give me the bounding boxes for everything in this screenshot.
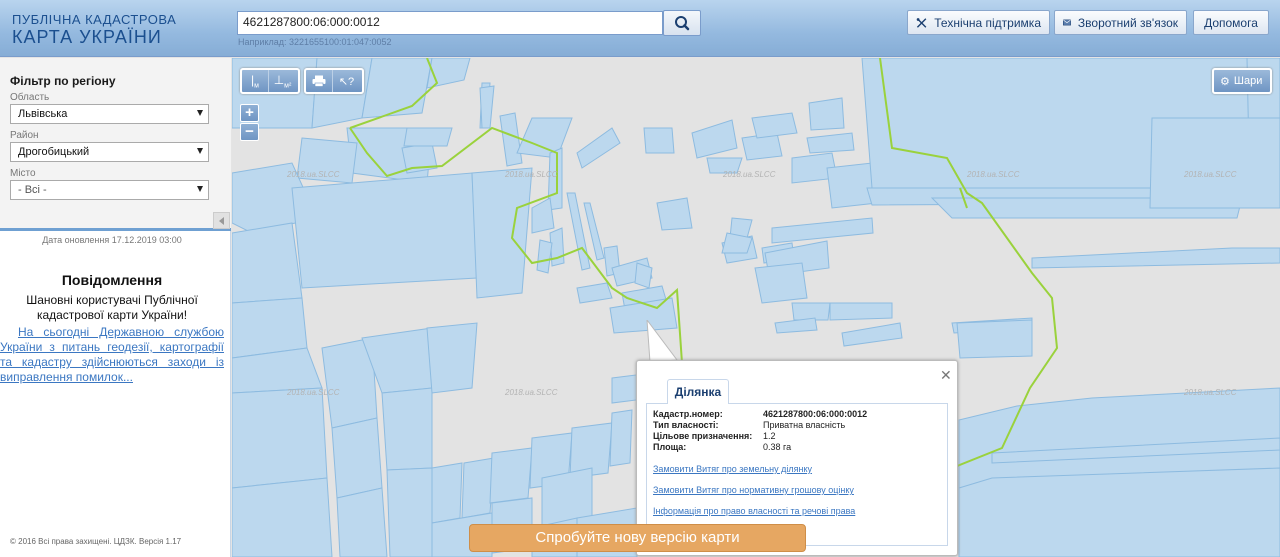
info-value: 1.2 — [763, 431, 776, 441]
district-label: Район — [10, 130, 39, 141]
measure-toolbar: |м ⊥м² — [240, 68, 300, 94]
collapse-sidebar-button[interactable] — [213, 212, 230, 229]
measure-area-unit: м² — [284, 82, 292, 90]
measure-area-button[interactable]: ⊥м² — [269, 70, 296, 92]
measure-length-button[interactable]: |м — [242, 70, 269, 92]
search-input[interactable]: 4621287800:06:000:0012 — [237, 11, 663, 35]
support-button[interactable]: Технічна підтримка — [907, 10, 1050, 35]
close-icon[interactable]: ✕ — [940, 367, 952, 384]
city-select[interactable]: - Всі - — [10, 180, 209, 200]
help-button-label: Допомога — [1204, 15, 1258, 30]
watermark-text: 2018.ua.SLCC — [505, 388, 558, 397]
chevron-down-icon — [197, 110, 203, 116]
print-button[interactable] — [306, 70, 333, 92]
popup-pointer — [646, 320, 680, 365]
header-bar: ПУБЛІЧНА КАДАСТРОВА КАРТА УКРАЇНИ 462128… — [0, 0, 1280, 57]
region-label: Область — [10, 92, 50, 103]
notice-link[interactable]: На сьогодні Державною службою України з … — [0, 325, 224, 385]
layers-button[interactable]: ⚙ Шари — [1212, 68, 1272, 94]
support-button-label: Технічна підтримка — [934, 15, 1041, 30]
district-select-value: Дрогобицький — [18, 146, 90, 158]
city-select-value: - Всі - — [18, 184, 47, 196]
search-icon — [675, 16, 690, 31]
info-key: Кадастр.номер: — [653, 409, 723, 419]
update-date: Дата оновлення 17.12.2019 03:00 — [42, 235, 182, 245]
feedback-button-label: Зворотний зв'язок — [1077, 15, 1178, 30]
region-filter: Фільтр по регіону Область Львівська Райо… — [0, 58, 231, 231]
area-ruler-icon: ⊥м² — [273, 72, 292, 90]
chevron-down-icon — [197, 186, 203, 192]
watermark-text: 2018.ua.SLCC — [1184, 170, 1237, 179]
watermark-text: 2018.ua.SLCC — [287, 170, 340, 179]
info-key: Площа: — [653, 442, 687, 452]
sidebar: Фільтр по регіону Область Львівська Райо… — [0, 58, 231, 557]
search-hint: Наприклад: 3221655100:01:047:0052 — [238, 37, 392, 47]
logo-line2: КАРТА УКРАЇНИ — [12, 27, 162, 47]
info-key: Цільове призначення: — [653, 431, 753, 441]
feedback-button[interactable]: Зворотний зв'язок — [1054, 10, 1187, 35]
ownership-info-link[interactable]: Інформація про право власності та речові… — [653, 506, 855, 516]
identify-button[interactable]: ↖? — [333, 70, 360, 92]
city-label: Місто — [10, 168, 36, 179]
copyright: © 2016 Всі права захищені. ЦДЗК. Версія … — [10, 537, 182, 546]
filter-title: Фільтр по регіону — [10, 74, 116, 88]
help-button[interactable]: Допомога — [1193, 10, 1269, 35]
watermark-text: 2018.ua.SLCC — [287, 388, 340, 397]
info-row-ownership: Тип власності: Приватна власність — [653, 420, 845, 430]
ruler-icon: |м — [251, 72, 259, 90]
region-select[interactable]: Львівська — [10, 104, 209, 124]
info-row-area: Площа: 0.38 га — [653, 442, 791, 452]
region-select-value: Львівська — [18, 108, 68, 120]
logo-line1: ПУБЛІЧНА КАДАСТРОВА — [12, 12, 177, 27]
info-value: Приватна власність — [763, 420, 846, 430]
watermark-text: 2018.ua.SLCC — [505, 170, 558, 179]
order-extract-link[interactable]: Замовити Витяг про земельну ділянку — [653, 464, 812, 474]
map-canvas[interactable]: 2018.ua.SLCC 2018.ua.SLCC 2018.ua.SLCC 2… — [232, 58, 1280, 557]
notice-text: Шановні користувачі Публічної кадастрово… — [26, 293, 198, 322]
new-version-button[interactable]: Спробуйте нову версію карти — [469, 524, 806, 552]
layers-button-label: Шари — [1233, 75, 1263, 87]
search-button[interactable] — [663, 10, 701, 36]
info-value: 0.38 га — [763, 442, 792, 452]
watermark-text: 2018.ua.SLCC — [1184, 388, 1237, 397]
watermark-text: 2018.ua.SLCC — [723, 170, 776, 179]
zoom-in-button[interactable]: + — [240, 104, 259, 122]
watermark-text: 2018.ua.SLCC — [967, 170, 1020, 179]
envelope-icon — [1063, 19, 1071, 26]
gear-icon: ⚙ — [1220, 75, 1230, 88]
info-value: 4621287800:06:000:0012 — [763, 409, 868, 419]
print-info-toolbar: ↖? — [304, 68, 364, 94]
notice-title: Повідомлення — [61, 272, 163, 288]
logo[interactable]: ПУБЛІЧНА КАДАСТРОВА КАРТА УКРАЇНИ — [12, 12, 176, 47]
printer-icon — [312, 75, 326, 87]
district-select[interactable]: Дрогобицький — [10, 142, 209, 162]
cursor-question-icon: ↖? — [338, 75, 355, 88]
info-key: Тип власності: — [653, 420, 719, 430]
zoom-out-button[interactable]: − — [240, 123, 259, 141]
tools-icon — [916, 17, 927, 28]
info-row-cadastral: Кадастр.номер: 4621287800:06:000:0012 — [653, 409, 867, 419]
order-valuation-link[interactable]: Замовити Витяг про нормативну грошову оц… — [653, 485, 854, 495]
measure-length-unit: м — [254, 82, 259, 90]
chevron-down-icon — [197, 148, 203, 154]
info-row-purpose: Цільове призначення: 1.2 — [653, 431, 776, 441]
app-root: ПУБЛІЧНА КАДАСТРОВА КАРТА УКРАЇНИ 462128… — [0, 0, 1280, 557]
tab-parcel[interactable]: Ділянка — [667, 379, 729, 404]
